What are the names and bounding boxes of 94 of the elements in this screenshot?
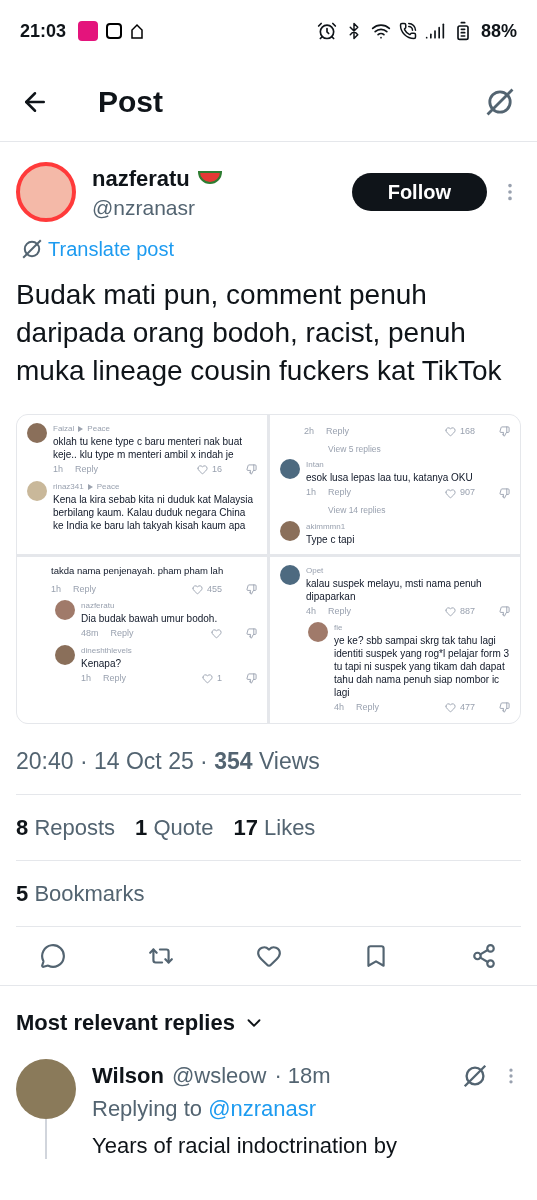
thumbs-down-icon[interactable] xyxy=(499,487,510,499)
thumbs-down-icon[interactable] xyxy=(246,464,257,476)
triangle-icon xyxy=(78,426,84,432)
comment-time: 1h xyxy=(53,463,63,476)
reply-link[interactable]: Reply xyxy=(328,486,352,500)
home-icon xyxy=(130,23,145,39)
avatar[interactable] xyxy=(280,564,300,585)
comment-time: 48m xyxy=(81,627,99,640)
reply-link[interactable]: Reply xyxy=(328,604,352,618)
slashed-circle-icon[interactable] xyxy=(20,237,44,261)
clock: 21:03 xyxy=(20,19,67,43)
thumbs-down-icon[interactable] xyxy=(499,702,510,714)
comment-username[interactable]: dineshthlevels xyxy=(81,644,132,657)
like-count: 455 xyxy=(206,582,222,596)
avatar[interactable] xyxy=(27,423,47,443)
page-title: Post xyxy=(98,84,163,120)
comment-text: esok lusa lepas laa tuu, katanya OKU xyxy=(306,471,474,485)
like-count: 907 xyxy=(459,486,475,500)
reply-link[interactable]: Reply xyxy=(110,627,134,641)
avatar[interactable] xyxy=(55,600,75,620)
watermelon-icon xyxy=(197,170,222,187)
comment-username[interactable]: Intan xyxy=(306,459,324,472)
comments-screenshot[interactable] xyxy=(16,414,521,724)
reply-link[interactable]: Reply xyxy=(356,701,380,715)
post-meta: 20:40 · 14 Oct 25 · 354 Views xyxy=(16,746,321,776)
translate-link[interactable]: Translate post xyxy=(48,234,174,264)
comment-text: takda nama penjenayah. pham pham lah xyxy=(50,564,225,577)
like-count: 477 xyxy=(459,701,475,714)
reply-time: · 18m xyxy=(274,1062,331,1090)
avatar[interactable] xyxy=(280,459,300,480)
avatar[interactable] xyxy=(16,1059,76,1119)
reply-link[interactable]: Reply xyxy=(73,582,97,596)
comment-username[interactable]: fie xyxy=(334,622,343,634)
wifi-icon xyxy=(370,21,391,41)
comment-time: 1h xyxy=(81,671,91,685)
follow-button[interactable]: Follow xyxy=(351,173,487,211)
comment-text: oklah tu kene type c baru menteri nak buat keje.. klu type m menteri ambil x indah je xyxy=(53,435,243,461)
reply-link[interactable]: Reply xyxy=(326,425,350,439)
comment-text: ye ke? sbb sampai skrg tak tahu lagi identiti suspek yang rog*l pelajar form 3 tu tapi ni suspek yang tikam dah dapat tahu dah nama penuh siap nombor ic lagi xyxy=(334,634,510,699)
thumbs-down-icon[interactable] xyxy=(499,426,510,438)
comment-text: Kenapa? xyxy=(81,656,123,670)
reply-icon[interactable] xyxy=(40,943,66,969)
stat-link[interactable]: 8 Reposts xyxy=(16,811,116,844)
replying-label: Replying to xyxy=(92,1096,203,1121)
comment-username[interactable]: akimmmn1 xyxy=(306,520,346,533)
comment-username[interactable]: nazferatu xyxy=(81,600,115,612)
reply-link[interactable]: Reply xyxy=(103,671,127,685)
thumbs-down-icon[interactable] xyxy=(499,605,510,617)
comment-text: Dia budak bawah umur bodoh. xyxy=(81,612,219,625)
comment-username[interactable]: rinaz341 xyxy=(53,480,84,493)
alarm-icon xyxy=(316,21,337,41)
mention-link[interactable]: @nzranasr xyxy=(208,1096,317,1121)
stat-link[interactable]: 17 Likes xyxy=(233,811,316,844)
stat-link[interactable]: 1 Quote xyxy=(135,811,214,844)
comment-time: 1h xyxy=(51,582,61,596)
like-count: 887 xyxy=(459,604,475,618)
reply-handle[interactable]: @wsleow xyxy=(171,1059,267,1092)
reply-link[interactable]: Reply xyxy=(75,463,99,477)
signal-icon xyxy=(424,21,445,41)
user-flair-label: Peace xyxy=(87,423,111,435)
like-count: 168 xyxy=(459,425,475,438)
comment-time: 4h xyxy=(334,701,344,714)
comment-time: 4h xyxy=(306,604,316,618)
like-count: 1 xyxy=(217,671,222,685)
bookmarks-stat[interactable]: 5 Bookmarks xyxy=(16,881,145,906)
avatar[interactable] xyxy=(55,644,75,665)
user-flair-label: Peace xyxy=(96,480,120,493)
comment-time: 1h xyxy=(306,486,316,500)
share-icon[interactable] xyxy=(471,943,497,969)
like-icon[interactable] xyxy=(255,943,282,969)
reply-text: Years of racial indoctrination by xyxy=(92,1132,398,1160)
view-replies-link[interactable]: View 14 replies xyxy=(328,504,386,515)
author-name[interactable]: nazferatu xyxy=(92,162,190,196)
avatar[interactable] xyxy=(308,622,328,642)
post-text: Budak mati pun, comment penuh daripada orang bodoh, racist, penuh muka lineage cousin fuckers kat TikTok xyxy=(16,278,503,388)
thumbs-down-icon[interactable] xyxy=(246,672,257,684)
comment-text: Kena la kira sebab kita ni duduk kat Malaysia berbilang kaum. Kalau duduk negara China ke India ke baru lah takyah kisah kaum apa xyxy=(53,492,255,532)
comment-text: kalau suspek melayu, msti nama penuh dipaparkan xyxy=(306,576,483,603)
thumbs-down-icon[interactable] xyxy=(246,583,257,595)
phone-call-icon xyxy=(398,22,417,40)
avatar[interactable] xyxy=(16,162,76,222)
comment-text: Type c tapi xyxy=(306,532,356,546)
battery-level: 88% xyxy=(480,19,517,43)
triangle-icon xyxy=(87,483,93,490)
comment-username[interactable]: Faizal xyxy=(53,423,75,435)
view-replies-link[interactable]: View 5 replies xyxy=(328,443,381,454)
comment-username[interactable]: Opet xyxy=(306,564,324,577)
comment-time: 2h xyxy=(304,425,314,438)
like-count: 16 xyxy=(212,463,222,476)
replies-sort[interactable]: Most relevant replies xyxy=(16,1006,235,1039)
thumbs-down-icon[interactable] xyxy=(246,628,257,640)
reply-author[interactable]: Wilson xyxy=(92,1059,164,1092)
author-handle[interactable]: @nzranasr xyxy=(92,195,222,222)
avatar[interactable] xyxy=(280,520,300,541)
